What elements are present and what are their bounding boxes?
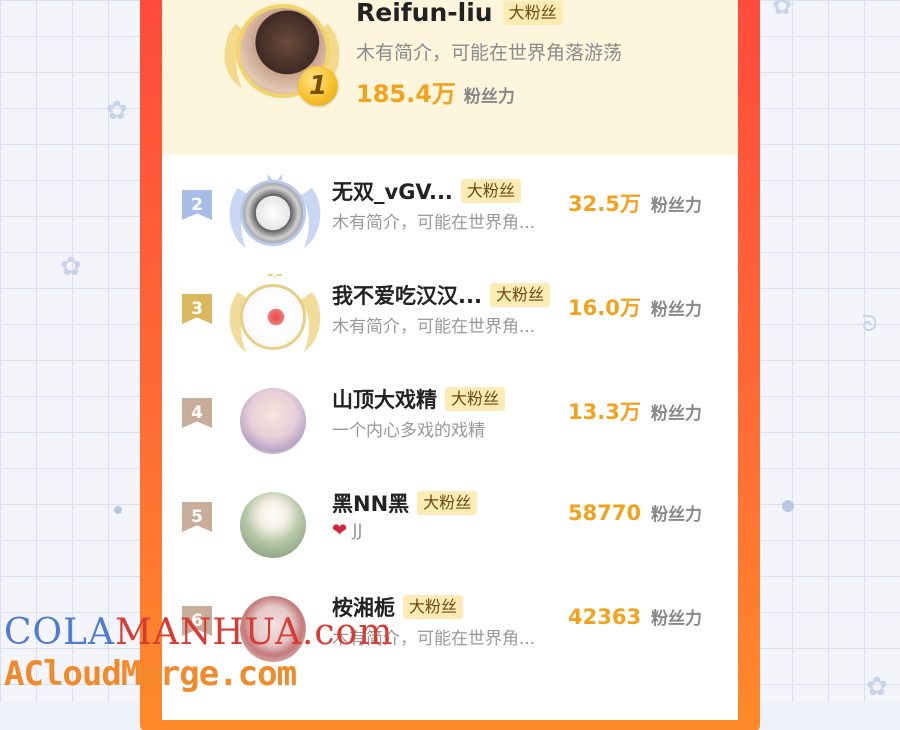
rank-flag: 5 bbox=[182, 502, 212, 532]
user-name-text: 我不爱吃汉汉... bbox=[332, 284, 482, 308]
fan-power-unit: 粉丝力 bbox=[651, 609, 703, 629]
watermark-site: COLAMANHUA.com bbox=[4, 612, 393, 653]
flower-icon: ✿ bbox=[106, 96, 128, 126]
rank-flag: 4 bbox=[182, 398, 212, 428]
flower-icon: ✿ bbox=[60, 252, 82, 282]
user-name-text: 黑NN黑 bbox=[332, 492, 410, 516]
rank-number: 1 bbox=[308, 71, 328, 101]
flower-icon: ✿ bbox=[772, 0, 793, 20]
ranking-row[interactable]: 2 无双_vGV... 大粉丝 木有简介，可能在世界角... 32.5万 粉丝力 bbox=[162, 168, 738, 272]
fan-power-value: 16.0万 bbox=[568, 296, 641, 320]
user-name-text: Reifun-liu bbox=[356, 0, 493, 27]
user-name[interactable]: 我不爱吃汉汉... 大粉丝 bbox=[332, 280, 550, 310]
user-bio: 木有简介，可能在世界角落游荡 bbox=[356, 42, 623, 64]
user-name[interactable]: 山顶大戏精 大粉丝 bbox=[332, 384, 506, 414]
fan-power: 32.5万 粉丝力 bbox=[568, 188, 702, 218]
fan-badge: 大粉丝 bbox=[417, 491, 478, 515]
medal-icon: 1 bbox=[298, 66, 338, 106]
fan-power-value: 58770 bbox=[568, 501, 642, 525]
user-bio: ❤ JJ bbox=[332, 520, 363, 541]
fan-power: 185.4万 粉丝力 bbox=[356, 74, 515, 109]
user-name-text: 无双_vGV... bbox=[332, 180, 453, 204]
avatar[interactable] bbox=[240, 180, 306, 246]
fan-power-unit: 粉丝力 bbox=[650, 404, 702, 424]
heart-icon: ❤ bbox=[332, 520, 348, 541]
user-name[interactable]: 无双_vGV... 大粉丝 bbox=[332, 176, 521, 206]
fan-power-value: 13.3万 bbox=[568, 400, 641, 424]
decor-dot bbox=[782, 500, 794, 512]
fan-power: 58770 粉丝力 bbox=[568, 500, 702, 525]
user-name[interactable]: Reifun-liu 大粉丝 bbox=[356, 0, 563, 27]
avatar[interactable] bbox=[240, 492, 306, 558]
flower-icon: ✿ bbox=[866, 672, 888, 702]
ranking-row[interactable]: 3 我不爱吃汉汉... 大粉丝 木有简介，可能在世界角... 16.0万 粉丝力 bbox=[162, 272, 738, 376]
fan-power: 13.3万 粉丝力 bbox=[568, 396, 702, 426]
swirl-icon: ᘐ bbox=[862, 312, 878, 337]
fan-badge: 大粉丝 bbox=[445, 387, 506, 411]
fan-power-unit: 粉丝力 bbox=[650, 196, 702, 216]
watermark-part: .com bbox=[301, 612, 394, 653]
rank-number: 4 bbox=[191, 403, 203, 423]
rank-number: 2 bbox=[191, 195, 203, 215]
ranking-row[interactable]: 4 山顶大戏精 大粉丝 一个内心多戏的戏精 13.3万 粉丝力 bbox=[162, 376, 738, 480]
user-bio: 木有简介，可能在世界角... bbox=[332, 213, 536, 233]
user-name-text: 山顶大戏精 bbox=[332, 388, 437, 412]
watermark-site-2: ACloudMerge.com bbox=[4, 654, 297, 694]
rank-flag: 3 bbox=[182, 294, 212, 324]
fan-power-unit: 粉丝力 bbox=[650, 300, 702, 320]
fan-badge: 大粉丝 bbox=[489, 283, 550, 307]
user-bio: 木有简介，可能在世界角... bbox=[332, 317, 536, 337]
fan-power-value: 185.4万 bbox=[356, 80, 456, 108]
top-fan-card[interactable]: 1 Reifun-liu 大粉丝 木有简介，可能在世界角落游荡 185.4万 粉… bbox=[162, 0, 738, 155]
avatar[interactable] bbox=[240, 388, 306, 454]
user-bio: 一个内心多戏的戏精 bbox=[332, 421, 485, 441]
fan-power-unit: 粉丝力 bbox=[463, 87, 515, 107]
watermark-part: COLA bbox=[4, 612, 115, 653]
decor-dot bbox=[114, 506, 122, 514]
fan-badge: 大粉丝 bbox=[403, 595, 464, 619]
user-name[interactable]: 黑NN黑 大粉丝 bbox=[332, 488, 478, 518]
rank-number: 3 bbox=[191, 299, 203, 319]
fan-power: 16.0万 粉丝力 bbox=[568, 292, 702, 322]
watermark-part: MANHUA bbox=[114, 612, 302, 653]
fan-badge: 大粉丝 bbox=[460, 179, 521, 203]
avatar[interactable] bbox=[240, 284, 306, 350]
rank-flag: 2 bbox=[182, 190, 212, 220]
fan-power-unit: 粉丝力 bbox=[651, 505, 703, 525]
ranking-row[interactable]: 5 黑NN黑 大粉丝 ❤ JJ 58770 粉丝力 bbox=[162, 480, 738, 584]
fan-power-value: 32.5万 bbox=[568, 192, 641, 216]
fan-power: 42363 粉丝力 bbox=[568, 604, 702, 629]
fan-badge: 大粉丝 bbox=[502, 0, 563, 25]
rank-number: 5 bbox=[191, 507, 203, 527]
fan-power-value: 42363 bbox=[568, 605, 642, 629]
user-bio-text: JJ bbox=[352, 521, 363, 541]
